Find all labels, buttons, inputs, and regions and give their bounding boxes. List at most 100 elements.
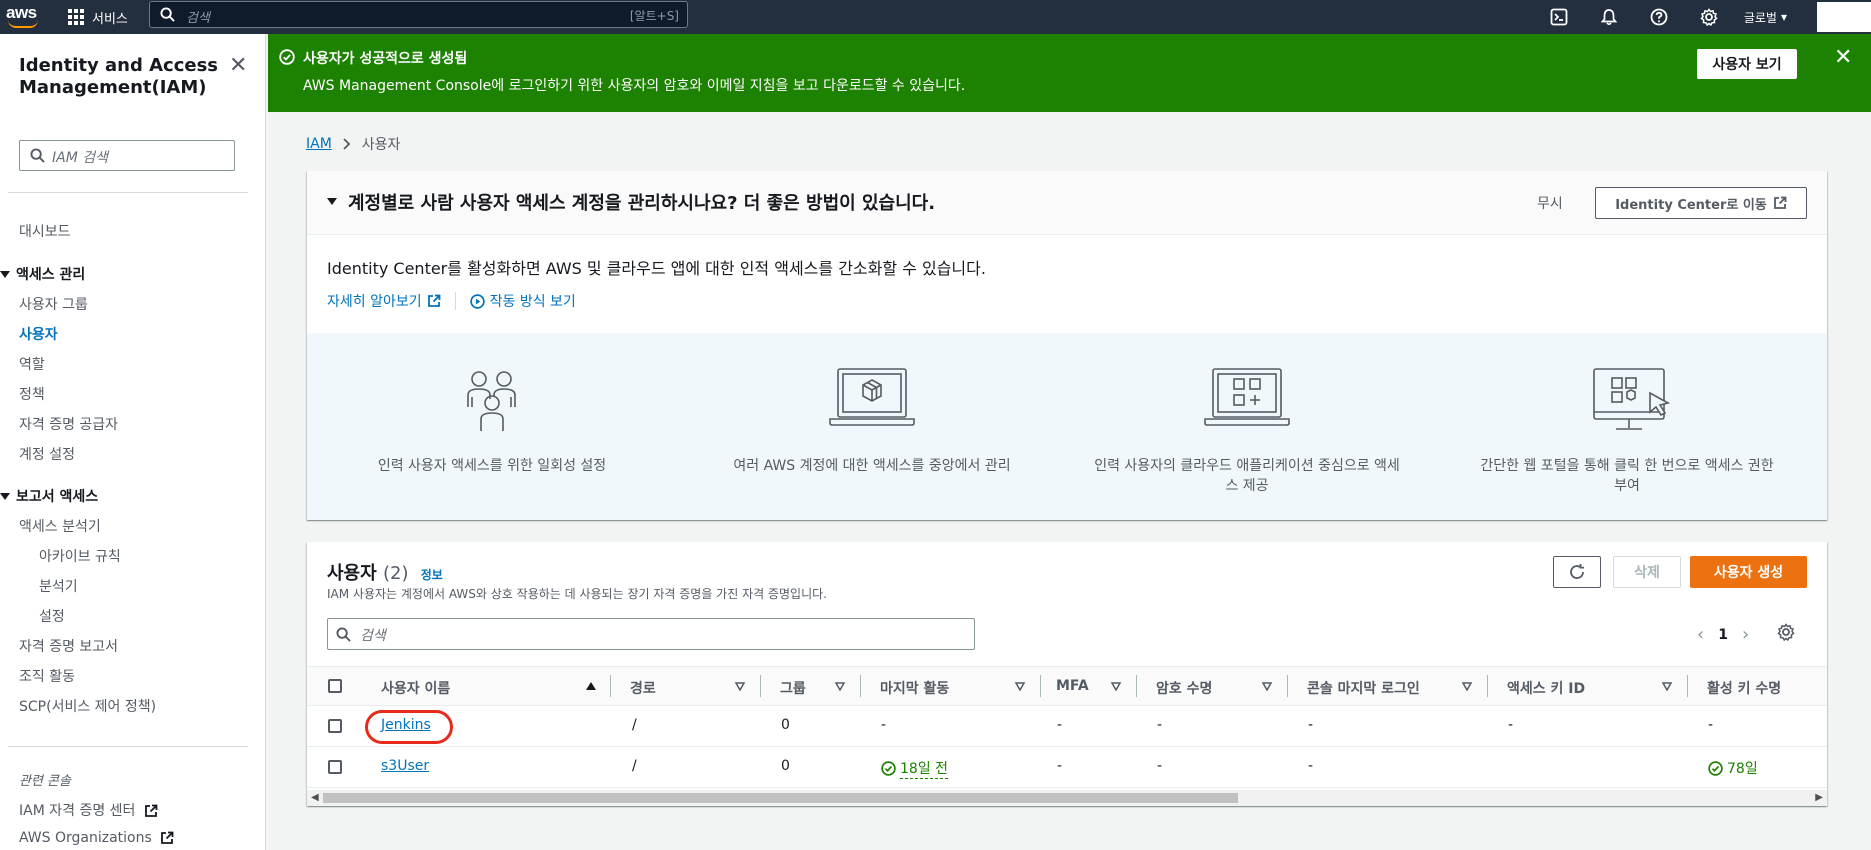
sidebar-item-analyzers[interactable]: 분석기 bbox=[39, 576, 78, 596]
triangle-down-icon bbox=[0, 492, 10, 500]
column-separator[interactable] bbox=[1040, 675, 1041, 697]
horizontal-scrollbar[interactable]: ◀ ▶ bbox=[307, 790, 1827, 806]
users-search-input[interactable]: 검색 bbox=[327, 618, 975, 650]
aws-logo[interactable]: aws bbox=[6, 3, 40, 29]
sidebar-item-roles[interactable]: 역할 bbox=[19, 354, 45, 374]
cloudshell-button[interactable] bbox=[1534, 0, 1584, 34]
row-checkbox[interactable] bbox=[328, 760, 342, 774]
column-separator[interactable] bbox=[760, 675, 761, 697]
close-icon[interactable]: ✕ bbox=[1834, 47, 1852, 69]
table-header-row: 사용자 이름 경로 그룹 마지막 활동 MFA 암호 수명 콘솔 마지막 로그인… bbox=[307, 666, 1827, 706]
username-link[interactable]: s3User bbox=[381, 758, 429, 774]
gear-icon[interactable] bbox=[1777, 623, 1795, 641]
identity-center-header[interactable]: 계정별로 사람 사용자 액세스 계정을 관리하시나요? 더 좋은 방법이 있습니… bbox=[307, 171, 1827, 235]
breadcrumb-iam-link[interactable]: IAM bbox=[306, 136, 332, 152]
sidebar-item-policies[interactable]: 정책 bbox=[19, 384, 45, 404]
iam-search-input[interactable]: IAM 검색 bbox=[19, 140, 235, 171]
search-icon bbox=[30, 148, 45, 163]
sidebar-item-scp[interactable]: SCP(서비스 제어 정책) bbox=[19, 696, 156, 716]
column-header-access-key-id[interactable]: 액세스 키 ID bbox=[1507, 678, 1585, 698]
go-to-identity-center-button[interactable]: Identity Center로 이동 bbox=[1595, 187, 1807, 219]
sidebar-item-dashboard[interactable]: 대시보드 bbox=[19, 221, 71, 241]
sidebar-item-users[interactable]: 사용자 bbox=[19, 324, 58, 344]
column-separator[interactable] bbox=[1487, 675, 1488, 697]
column-separator[interactable] bbox=[1136, 675, 1137, 697]
gear-icon bbox=[1700, 8, 1718, 26]
sort-icon[interactable] bbox=[1262, 682, 1272, 691]
sort-ascending-icon[interactable] bbox=[586, 682, 596, 690]
column-header-mfa[interactable]: MFA bbox=[1056, 678, 1089, 694]
refresh-button[interactable] bbox=[1553, 556, 1601, 588]
chevron-left-icon[interactable]: ‹ bbox=[1697, 624, 1704, 645]
external-link-icon bbox=[1773, 196, 1787, 209]
sort-icon[interactable] bbox=[835, 682, 845, 691]
aws-smile-icon bbox=[8, 20, 38, 28]
select-all-checkbox[interactable] bbox=[328, 679, 342, 693]
info-link[interactable]: 정보 bbox=[421, 568, 443, 582]
global-search-placeholder: 검색 bbox=[186, 11, 210, 26]
table-row[interactable]: s3User / 0 18일 전 - - - 78일 bbox=[307, 747, 1827, 788]
search-icon bbox=[336, 627, 351, 642]
scroll-right-icon[interactable]: ▶ bbox=[1815, 792, 1823, 803]
last-activity-cell[interactable]: 18일 전 bbox=[881, 758, 949, 779]
sort-icon[interactable] bbox=[1662, 682, 1672, 691]
external-link-icon bbox=[144, 804, 158, 817]
services-menu-button[interactable]: 서비스 bbox=[68, 5, 128, 29]
close-icon[interactable]: ✕ bbox=[229, 55, 247, 77]
column-separator[interactable] bbox=[1687, 675, 1688, 697]
scroll-left-icon[interactable]: ◀ bbox=[311, 792, 319, 803]
column-separator[interactable] bbox=[610, 675, 611, 697]
sidebar-item-analyzer-settings[interactable]: 설정 bbox=[39, 606, 65, 626]
view-user-button[interactable]: 사용자 보기 bbox=[1697, 49, 1797, 79]
column-separator[interactable] bbox=[860, 675, 861, 697]
sidebar-item-identity-providers[interactable]: 자격 증명 공급자 bbox=[19, 414, 118, 434]
settings-button[interactable] bbox=[1684, 0, 1734, 34]
sidebar-title: Identity and Access Management(IAM) bbox=[19, 55, 219, 98]
username-link[interactable]: Jenkins bbox=[381, 717, 431, 733]
sidebar-item-org-activity[interactable]: 조직 활동 bbox=[19, 666, 75, 686]
dismiss-link[interactable]: 무시 bbox=[1537, 193, 1563, 213]
sort-icon[interactable] bbox=[1111, 682, 1121, 691]
column-header-active-key-age[interactable]: 활성 키 수명 bbox=[1707, 678, 1781, 698]
scrollbar-thumb[interactable] bbox=[323, 793, 1238, 803]
current-page[interactable]: 1 bbox=[1718, 627, 1728, 643]
sidebar-item-archive-rules[interactable]: 아카이브 규칙 bbox=[39, 546, 121, 566]
help-button[interactable] bbox=[1634, 0, 1684, 34]
account-menu[interactable] bbox=[1817, 2, 1871, 32]
triangle-down-icon[interactable] bbox=[327, 198, 337, 205]
sidebar-item-account-settings[interactable]: 계정 설정 bbox=[19, 444, 75, 464]
sidebar-section-access-reports[interactable]: 보고서 액세스 bbox=[0, 486, 98, 506]
delete-button[interactable]: 삭제 bbox=[1613, 556, 1681, 588]
sidebar-item-identity-center[interactable]: IAM 자격 증명 센터 bbox=[19, 800, 158, 820]
sort-icon[interactable] bbox=[1015, 682, 1025, 691]
sort-icon[interactable] bbox=[735, 682, 745, 691]
column-header-path[interactable]: 경로 bbox=[630, 678, 656, 698]
sidebar-item-organizations[interactable]: AWS Organizations bbox=[19, 830, 174, 846]
create-user-button[interactable]: 사용자 생성 bbox=[1690, 556, 1807, 588]
global-search-input[interactable]: 검색 [알트+S] bbox=[149, 1, 688, 28]
feature-item: 인력 사용자의 클라우드 애플리케이션 중심으로 액세스 제공 bbox=[1062, 333, 1432, 520]
column-header-console-last-login[interactable]: 콘솔 마지막 로그인 bbox=[1307, 678, 1420, 698]
button-label: Identity Center로 이동 bbox=[1615, 197, 1767, 213]
console-login-cell: - bbox=[1308, 717, 1314, 733]
search-shortcut-hint: [알트+S] bbox=[629, 9, 679, 23]
column-separator[interactable] bbox=[1287, 675, 1288, 697]
table-row[interactable]: Jenkins / 0 - - - - - - bbox=[307, 706, 1827, 747]
chevron-right-icon[interactable]: › bbox=[1742, 624, 1749, 645]
column-header-password-age[interactable]: 암호 수명 bbox=[1156, 678, 1212, 698]
people-icon bbox=[467, 371, 516, 431]
how-it-works-link[interactable]: 작동 방식 보기 bbox=[469, 291, 576, 311]
region-selector[interactable]: 글로벌 ▾ bbox=[1734, 0, 1801, 34]
column-header-groups[interactable]: 그룹 bbox=[780, 678, 806, 698]
notifications-button[interactable] bbox=[1584, 0, 1634, 34]
breadcrumb: IAM 사용자 bbox=[306, 134, 400, 154]
sort-icon[interactable] bbox=[1462, 682, 1472, 691]
learn-more-link[interactable]: 자세히 알아보기 bbox=[327, 291, 441, 311]
sidebar-item-credential-report[interactable]: 자격 증명 보고서 bbox=[19, 636, 118, 656]
column-header-last-activity[interactable]: 마지막 활동 bbox=[880, 678, 949, 698]
sidebar-item-access-analyzer[interactable]: 액세스 분석기 bbox=[19, 516, 101, 536]
row-checkbox[interactable] bbox=[328, 719, 342, 733]
column-header-username[interactable]: 사용자 이름 bbox=[381, 678, 450, 698]
sidebar-section-access-mgmt[interactable]: 액세스 관리 bbox=[0, 264, 85, 284]
sidebar-item-user-groups[interactable]: 사용자 그룹 bbox=[19, 294, 88, 314]
